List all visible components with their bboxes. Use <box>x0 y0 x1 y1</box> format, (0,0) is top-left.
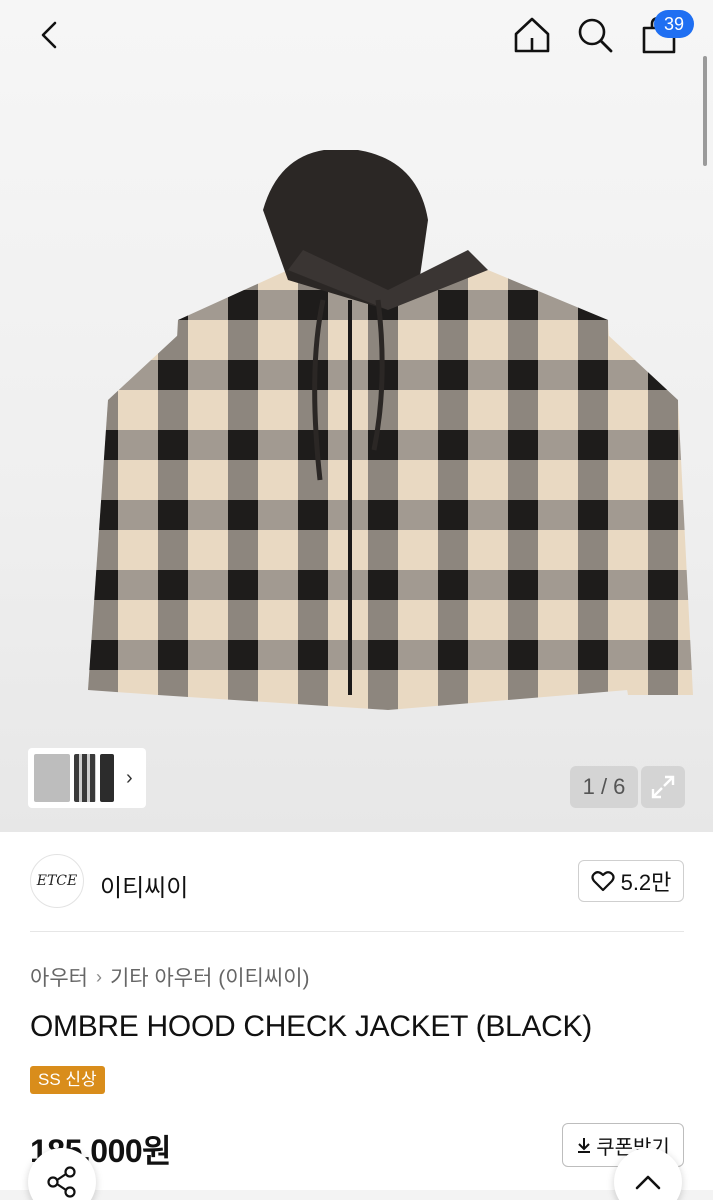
chevron-right-icon: › <box>95 966 102 987</box>
breadcrumb: 아우터 › 기타 아우터 (이티씨이) <box>30 962 310 992</box>
search-icon <box>578 18 613 53</box>
share-icon <box>47 1166 76 1198</box>
like-count: 5.2만 <box>620 870 672 895</box>
home-icon <box>514 17 550 53</box>
bottom-edge <box>0 1190 713 1200</box>
search-button[interactable] <box>570 10 620 60</box>
heart-icon <box>590 871 615 892</box>
product-title: OMBRE HOOD CHECK JACKET (BLACK) <box>30 1010 592 1043</box>
thumbnail-image[interactable] <box>100 754 114 802</box>
breadcrumb-item-other-outer[interactable]: 기타 아우터 (이티씨이) <box>110 962 310 992</box>
breadcrumb-item-outer[interactable]: 아우터 <box>30 962 88 992</box>
fullscreen-button[interactable] <box>641 766 685 808</box>
top-navigation-bar: 39 <box>0 0 713 72</box>
new-season-badge: SS 신상 <box>30 1066 105 1094</box>
download-icon <box>578 1138 591 1153</box>
thumbnail-image[interactable] <box>74 754 96 802</box>
back-button[interactable] <box>24 10 74 60</box>
scrollbar[interactable] <box>703 56 707 166</box>
back-arrow-icon <box>41 21 57 49</box>
expand-icon <box>651 775 675 799</box>
product-image-jacket <box>88 150 693 710</box>
home-button[interactable] <box>507 10 557 60</box>
like-button[interactable]: 5.2만 <box>578 860 684 902</box>
brand-logo[interactable]: ETCE <box>30 854 84 908</box>
thumbnail-image[interactable] <box>34 754 70 802</box>
chevron-up-icon <box>635 1175 661 1190</box>
brand-name[interactable]: 이티씨이 <box>100 868 188 903</box>
product-image-gallery[interactable] <box>0 0 713 832</box>
image-counter: 1 / 6 <box>570 766 638 808</box>
divider <box>30 931 684 932</box>
cart-count-badge: 39 <box>654 10 694 38</box>
chevron-right-icon: › <box>126 766 133 789</box>
thumbnail-strip[interactable]: › <box>28 748 146 808</box>
brand-row: ETCE 이티씨이 5.2만 <box>0 832 713 932</box>
